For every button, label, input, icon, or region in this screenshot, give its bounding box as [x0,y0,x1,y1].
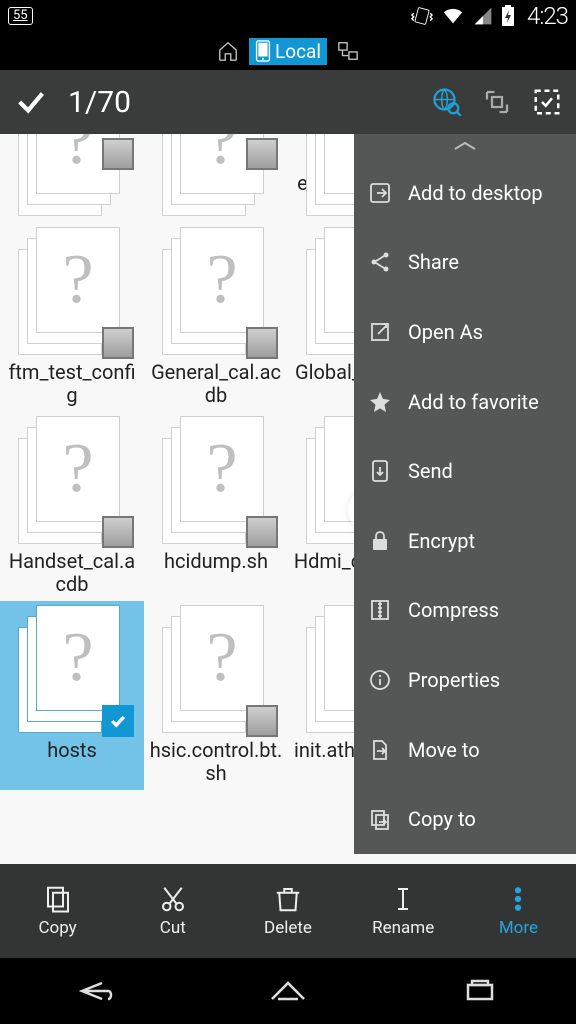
delete-label: Delete [264,918,312,938]
ctx-share-label: Share [408,250,459,274]
rename-label: Rename [372,918,434,938]
file-thumb: ? [18,134,126,166]
unknown-file-icon: ? [206,245,237,315]
local-tab-label: Local [275,40,321,63]
file-cell[interactable]: ? hsic.control.bt.sh [144,601,288,790]
ctx-send-label: Send [408,459,453,483]
file-cell[interactable]: ? General_cal.acdb [144,223,288,412]
cut-button[interactable]: Cut [115,864,230,958]
file-name-label: hcidump.sh [160,550,272,573]
file-cell[interactable]: ? Handset_cal.acdb [0,412,144,601]
file-thumb: ? [162,134,270,166]
file-type-badge-icon [246,705,278,737]
network-tab-icon[interactable] [337,40,359,62]
ctx-encrypt-label: Encrypt [408,529,475,553]
home-nav-icon[interactable] [264,974,312,1008]
file-type-badge-icon [102,138,134,170]
cut-label: Cut [160,918,186,938]
more-label: More [499,918,538,938]
vibrate-icon [411,5,433,27]
back-nav-icon[interactable] [72,974,120,1008]
ctx-encrypt[interactable]: Encrypt [354,506,576,576]
file-thumb: ? [18,605,126,733]
delete-button[interactable]: Delete [230,864,345,958]
file-thumb: ? [162,416,270,544]
file-cell[interactable]: ? hcidump.sh [144,412,288,601]
ctx-move-to-label: Move to [408,738,480,762]
copy-label: Copy [38,918,76,938]
file-type-badge-icon [246,327,278,359]
file-cell[interactable]: ? ftm_test_config [0,223,144,412]
file-cell[interactable]: ? hosts [0,601,144,790]
wifi-icon [441,5,465,27]
ctx-properties-label: Properties [408,668,500,692]
select-window-icon[interactable] [482,87,512,117]
file-name-label: General_cal.acdb [144,361,288,407]
file-thumb: ? [18,416,126,544]
unknown-file-icon: ? [206,434,237,504]
ctx-compress[interactable]: Compress [354,576,576,646]
file-thumb: ? [162,605,270,733]
unknown-file-icon: ? [62,245,93,315]
ctx-move-to[interactable]: Move to [354,715,576,785]
file-grid-area: ?cslc.conf?ethertypes?event-log-tags??ft… [0,134,576,864]
action-toolbar: Copy Cut Delete Rename More [0,864,576,958]
unknown-file-icon: ? [62,134,93,176]
file-cell[interactable]: ?cslc.conf [0,134,144,223]
file-type-badge-icon [246,516,278,548]
ctx-compress-label: Compress [408,598,499,622]
select-all-icon[interactable] [532,87,562,117]
rename-button[interactable]: Rename [346,864,461,958]
battery-charging-icon [501,5,515,27]
unknown-file-icon: ? [62,434,93,504]
unknown-file-icon: ? [206,623,237,693]
system-nav-bar [0,958,576,1024]
ctx-favorite-label: Add to favorite [408,390,539,414]
unknown-file-icon: ? [206,134,237,176]
file-type-badge-icon [246,138,278,170]
ctx-open-as[interactable]: Open As [354,297,576,367]
ctx-add-desktop-label: Add to desktop [408,181,543,205]
context-menu-collapse-icon[interactable] [354,134,576,158]
confirm-selection-icon[interactable] [14,85,48,119]
file-name-label: hosts [43,739,101,762]
file-name-label: Handset_cal.acdb [0,550,144,596]
status-time: 4:23 [527,2,568,30]
battery-level-badge: 55 [8,7,33,25]
selection-count: 1/70 [68,85,131,120]
status-bar: 55 4:23 [0,0,576,32]
selected-check-icon [102,705,134,737]
local-tab[interactable]: Local [249,38,327,65]
file-type-badge-icon [102,327,134,359]
location-tab-bar: Local [0,32,576,70]
context-menu: Add to desktop Share Open As Add to favo… [354,134,576,854]
ctx-copy-to[interactable]: Copy to [354,784,576,854]
selection-bar: 1/70 [0,70,576,134]
file-type-badge-icon [102,516,134,548]
copy-button[interactable]: Copy [0,864,115,958]
search-web-icon[interactable] [432,87,462,117]
ctx-properties[interactable]: Properties [354,645,576,715]
ctx-open-as-label: Open As [408,320,483,344]
file-cell[interactable]: ?ethertypes [144,134,288,223]
file-name-label: ftm_test_config [0,361,144,407]
signal-icon [473,6,493,26]
ctx-share[interactable]: Share [354,228,576,298]
ctx-favorite[interactable]: Add to favorite [354,367,576,437]
file-thumb: ? [18,227,126,355]
ctx-send[interactable]: Send [354,436,576,506]
recent-nav-icon[interactable] [456,974,504,1008]
home-tab-icon[interactable] [217,40,239,62]
more-button[interactable]: More [461,864,576,958]
ctx-copy-to-label: Copy to [408,807,476,831]
ctx-add-desktop[interactable]: Add to desktop [354,158,576,228]
unknown-file-icon: ? [62,623,93,693]
file-name-label: hsic.control.bt.sh [144,739,288,785]
file-thumb: ? [162,227,270,355]
